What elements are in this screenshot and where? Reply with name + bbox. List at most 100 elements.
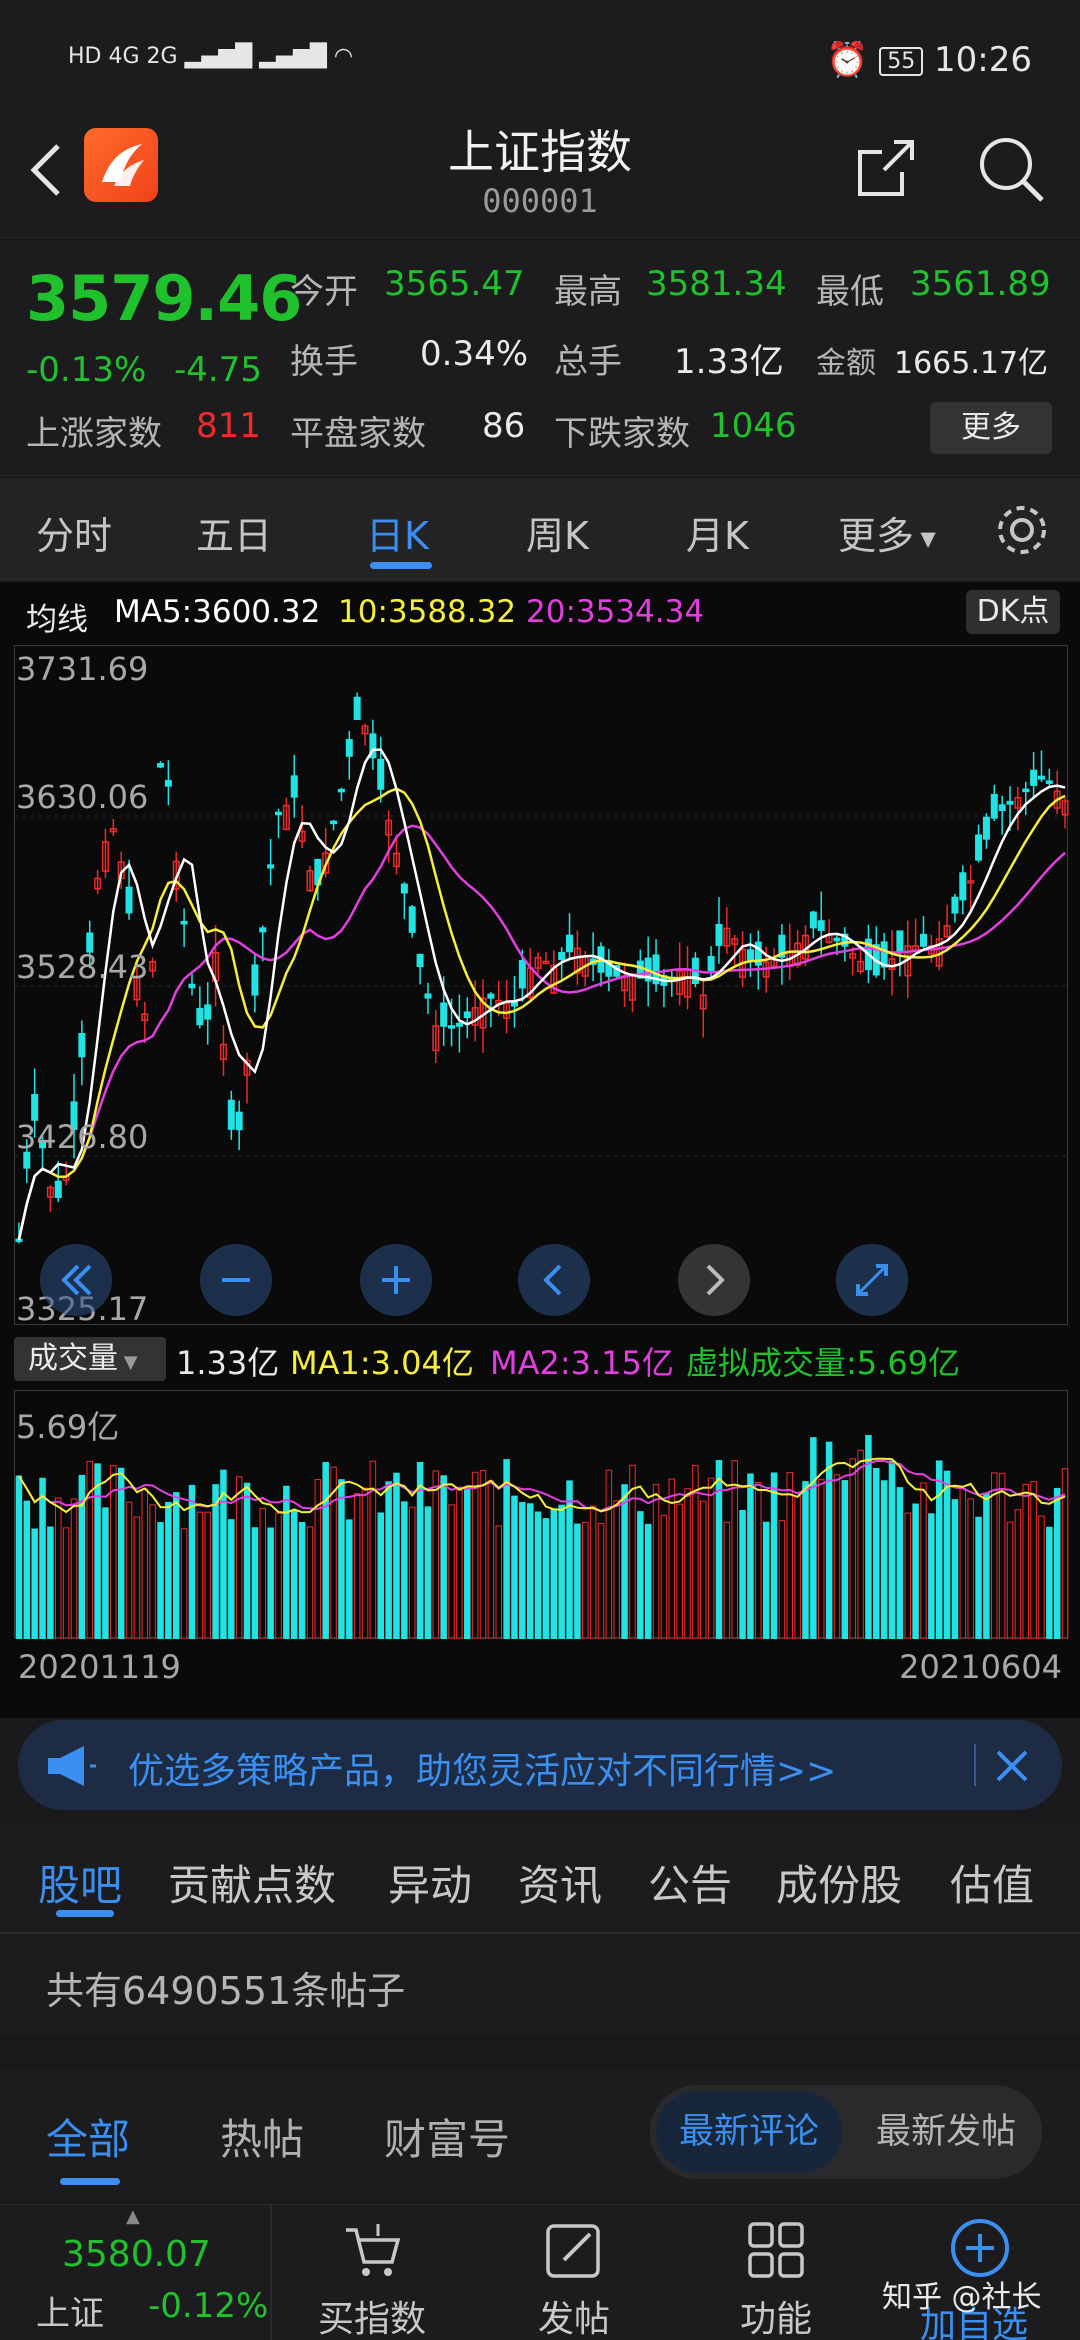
candle [919,933,927,947]
volume-bar [715,1459,723,1640]
post-label[interactable]: 发帖 [538,2290,610,2340]
open-value: 3565.47 [384,264,525,304]
candle [251,964,259,996]
ma5-value: MA5:3600.32 [114,594,321,630]
more-button[interactable]: 更多 [930,402,1052,454]
tab-five-day[interactable]: 五日 [196,505,272,560]
tab-announcement[interactable]: 公告 [648,1852,732,1913]
flat-count-label: 平盘家数 [290,414,426,454]
volume-bar [94,1463,101,1640]
volume-bar [770,1472,778,1640]
volume-bar [684,1488,691,1640]
caret-up-icon[interactable]: ▲ [126,2206,140,2227]
volume-bar [542,1518,550,1640]
tab-movement[interactable]: 异动 [388,1852,472,1913]
volume-bar [597,1523,605,1640]
fullscreen-icon[interactable] [836,1244,908,1316]
kline-chart[interactable] [14,645,1069,1325]
volume-bar [338,1479,345,1640]
dk-point-button[interactable]: DK点 [966,590,1060,634]
candle [377,758,385,790]
volume-bar [196,1511,204,1640]
watermark: 知乎 @社长 [882,2280,1042,2315]
volume-bar [290,1510,298,1640]
tab-daily-k[interactable]: 日K [366,505,429,560]
volume-bar [188,1484,196,1640]
candle [510,1001,518,1007]
volume-bar [235,1476,243,1640]
buy-index-label[interactable]: 买指数 [318,2290,426,2340]
y-tick-label: 3426.80 [16,1118,149,1156]
banner-text[interactable]: 优选多策略产品，助您灵活应对不同行情>> [128,1742,836,1794]
battery-icon: 55 [879,47,924,76]
volume-bar [393,1472,400,1640]
tab-hot[interactable]: 热帖 [220,2106,304,2167]
signal-text: HD 4G 2G [68,44,178,69]
scroll-left-fast-icon[interactable] [40,1244,112,1316]
cart-icon[interactable] [342,2222,402,2282]
sort-latest-post[interactable]: 最新发帖 [856,2091,1036,2173]
kline-svg [15,692,1069,1244]
end-date: 20210604 [899,1648,1062,1686]
tab-fortune[interactable]: 财富号 [384,2106,510,2167]
scroll-right-icon[interactable] [678,1244,750,1316]
volume-bar [707,1477,715,1640]
volume-bar [62,1527,70,1640]
volume-bar [699,1500,707,1640]
grid-apps-icon[interactable] [746,2220,806,2280]
tab-more[interactable]: 更多 ▼ [838,505,936,560]
edit-icon[interactable] [544,2220,604,2280]
volume-ma1: MA1:3.04亿 [290,1344,474,1382]
volume-chart[interactable] [14,1390,1069,1640]
zoom-in-icon[interactable] [360,1244,432,1316]
volume-bar [267,1527,274,1640]
low-value: 3561.89 [910,264,1051,304]
volume-bar [762,1521,770,1640]
volume-bar [471,1471,479,1640]
tab-intraday[interactable]: 分时 [36,505,112,560]
volume-ma2: MA2:3.15亿 [490,1344,674,1382]
close-icon[interactable] [992,1746,1032,1786]
volume-bar [810,1437,817,1640]
volume-bar [432,1470,440,1640]
search-icon[interactable] [976,134,1048,206]
volume-bar [401,1501,408,1640]
turnover-label: 换手 [290,342,358,382]
volume-bar [975,1516,982,1640]
volume-bar [322,1462,329,1640]
tab-contribution[interactable]: 贡献点数 [168,1852,336,1913]
volume-bar [385,1481,392,1640]
volume-bar [180,1528,188,1640]
volume-bar [928,1513,935,1640]
scroll-left-icon[interactable] [518,1244,590,1316]
ma-label: 均线 [26,602,88,638]
volume-bar [464,1489,471,1640]
candle [31,1093,39,1121]
tab-constituents[interactable]: 成份股 [776,1852,902,1913]
sort-latest-comment[interactable]: 最新评论 [656,2091,842,2173]
volume-bar [503,1459,510,1640]
tab-valuation[interactable]: 估值 [950,1852,1034,1913]
share-icon[interactable] [854,136,918,200]
tab-news[interactable]: 资讯 [518,1852,602,1913]
tab-all[interactable]: 全部 [46,2106,130,2167]
function-label[interactable]: 功能 [740,2290,812,2340]
candle [259,927,267,933]
zoom-out-icon[interactable] [200,1244,272,1316]
tab-weekly-k[interactable]: 周K [526,505,589,560]
index-price[interactable]: 3580.07 [62,2234,211,2275]
candle [1030,769,1038,786]
virtual-volume: 虚拟成交量:5.69亿 [686,1344,961,1382]
tab-guba[interactable]: 股吧 [38,1852,122,1913]
volume-value: 1.33亿 [674,342,784,382]
volume-indicator-select[interactable]: 成交量 ▼ [14,1337,166,1381]
volume-bar [440,1475,447,1640]
add-circle-icon[interactable] [948,2216,1012,2280]
candle [424,993,432,999]
tab-monthly-k[interactable]: 月K [686,505,749,560]
volume-bar [998,1472,1006,1640]
candle [998,804,1006,812]
candle [330,820,338,825]
settings-gear-icon[interactable] [994,502,1050,558]
back-icon[interactable] [24,140,72,200]
